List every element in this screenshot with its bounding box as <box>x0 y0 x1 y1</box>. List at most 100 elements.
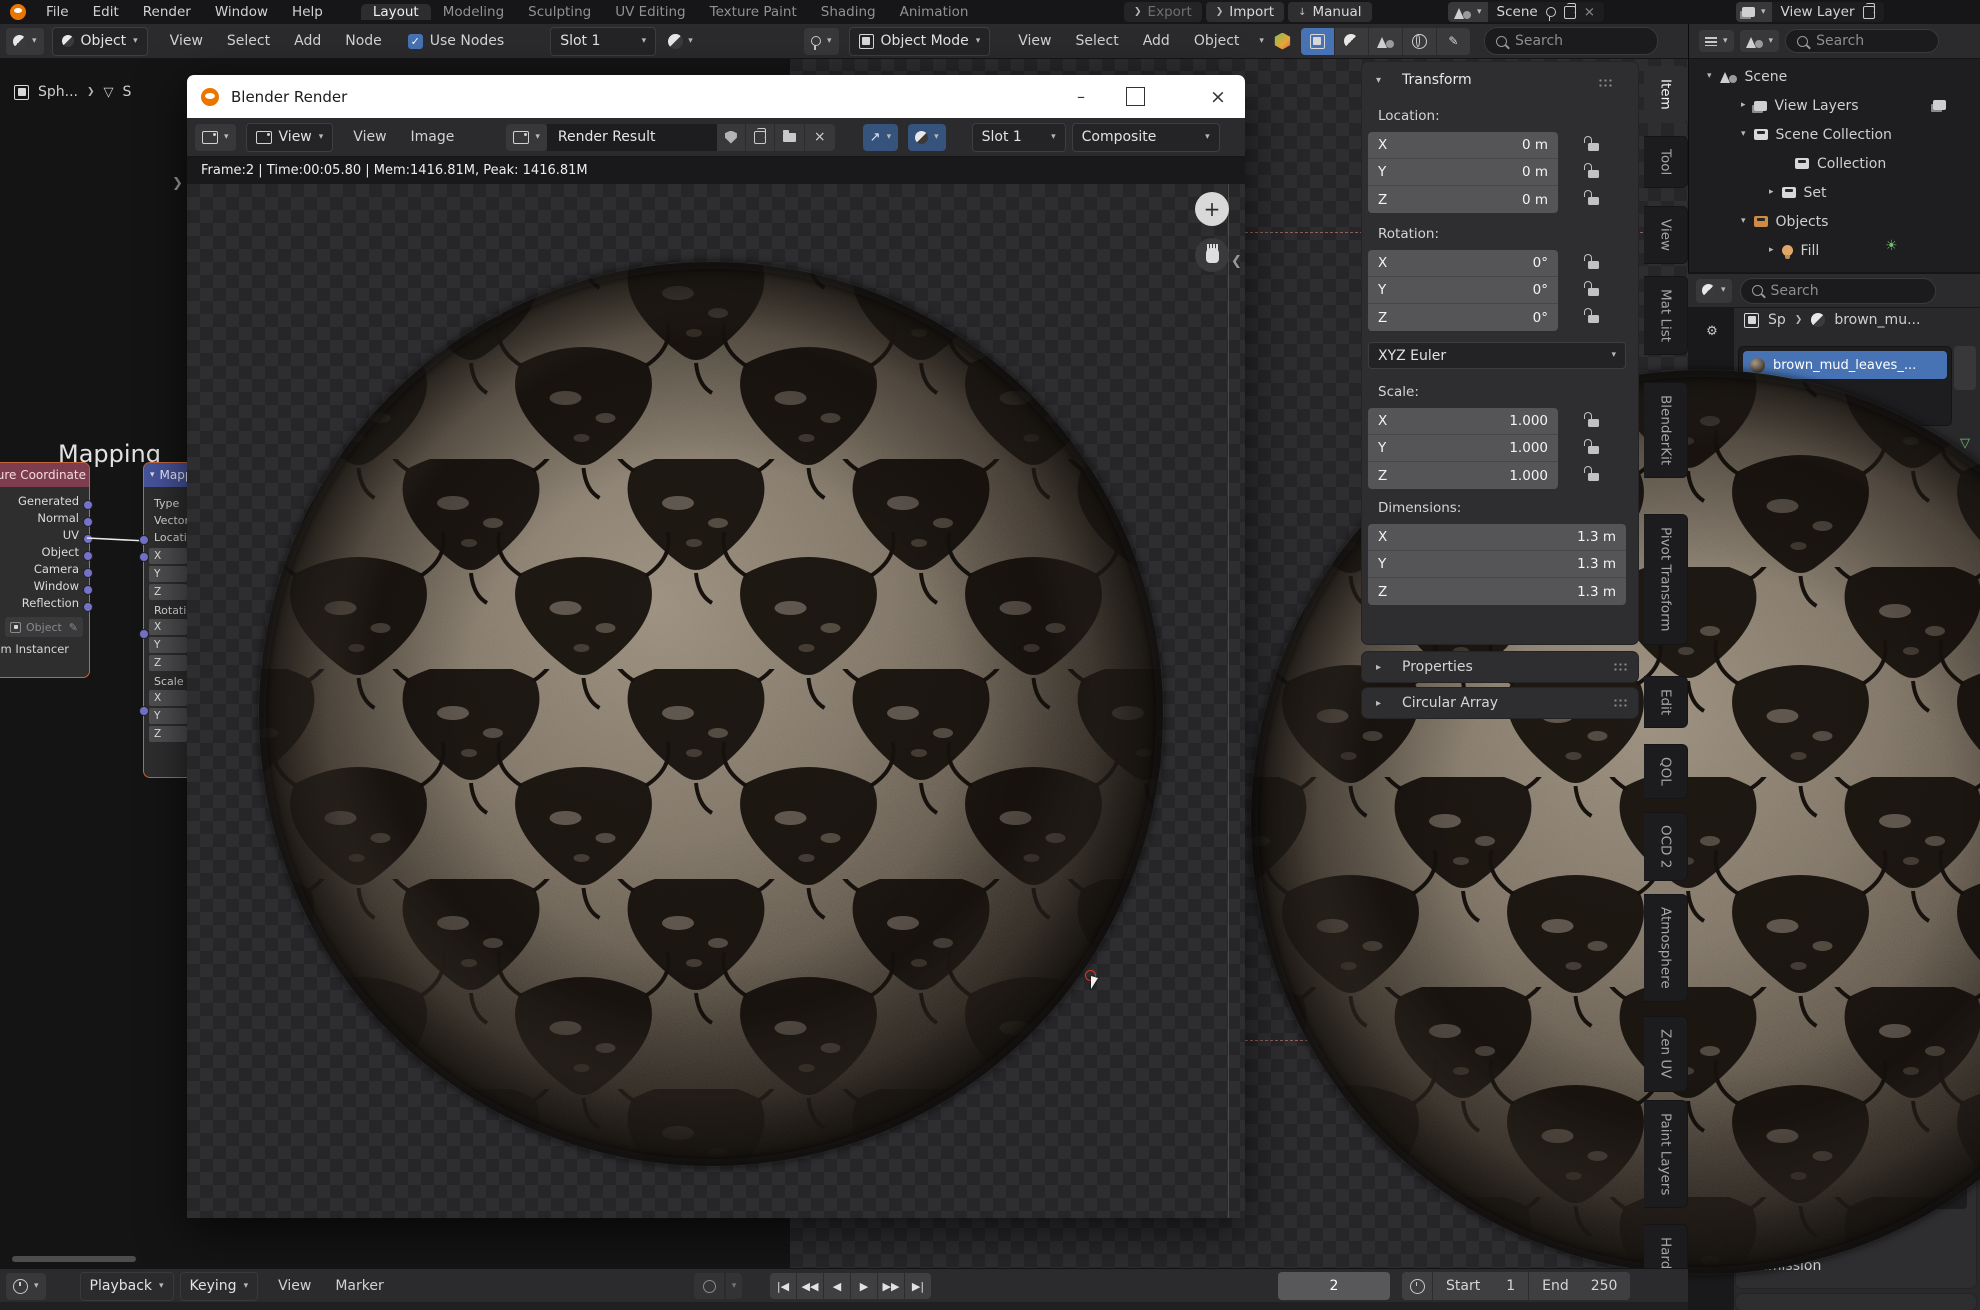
outliner-row-fill[interactable]: ▸Fill <box>1769 236 1819 265</box>
mapping-rot-z[interactable]: Z <box>149 655 187 671</box>
workspace-tab-sculpting[interactable]: Sculpting <box>516 4 603 20</box>
render-slot-dropdown[interactable]: Slot 1▾ <box>972 123 1066 152</box>
sidebar-tab-zen-uv[interactable]: Zen UV <box>1644 1016 1688 1092</box>
from-instancer-label[interactable]: From Instancer <box>0 642 89 658</box>
editor-type-button[interactable]: ▾ <box>804 28 839 55</box>
circular-array-collapsed-panel[interactable]: ▸Circular Array <box>1362 688 1638 718</box>
playback-dropdown[interactable]: Playback▾ <box>80 1272 174 1301</box>
unlink-image-button[interactable]: × <box>804 124 835 151</box>
location-y-input[interactable]: Y0 m <box>1368 159 1558 186</box>
material-shading-toggle[interactable] <box>1335 28 1369 55</box>
mapping-scale-y[interactable]: Y <box>149 708 187 724</box>
properties-collapsed-panel[interactable]: ▸Properties <box>1362 652 1638 682</box>
new-scene-icon[interactable] <box>1564 6 1576 19</box>
render-menu-image[interactable]: Image <box>399 129 467 145</box>
view-layer-name-field[interactable]: View Layer <box>1772 2 1884 22</box>
sidebar-tab-pivot-transform[interactable]: Pivot Transform <box>1644 514 1688 645</box>
scale-x-input[interactable]: X1.000 <box>1368 408 1558 435</box>
repeat-toggle-button[interactable]: ▾ <box>908 124 946 151</box>
horizontal-scrollbar[interactable] <box>12 1256 136 1262</box>
workspace-tab-modeling[interactable]: Modeling <box>431 4 516 20</box>
socket-window[interactable] <box>83 585 93 595</box>
slot-dropdown[interactable]: Slot 1▾ <box>550 27 656 56</box>
export-button[interactable]: ❯Export <box>1124 2 1202 22</box>
start-frame-input[interactable]: Start1 <box>1433 1272 1529 1300</box>
outliner-row-scene-collection[interactable]: ▾Scene Collection <box>1741 120 1892 149</box>
sidebar-tab-ocd-2[interactable]: OCD 2 <box>1644 812 1688 881</box>
play-button[interactable]: ▶ <box>851 1273 878 1299</box>
panel-grip[interactable] <box>1598 78 1613 88</box>
timeline-menu-marker[interactable]: Marker <box>323 1278 395 1294</box>
menu-edit[interactable]: Edit <box>81 4 131 20</box>
shader-menu-node[interactable]: Node <box>333 33 394 49</box>
auto-keyframe-button[interactable] <box>694 1273 724 1299</box>
open-image-button[interactable] <box>774 124 804 151</box>
workspace-tab-texture-paint[interactable]: Texture Paint <box>698 4 809 20</box>
pin-icon[interactable] <box>1546 7 1556 17</box>
properties-editor-type-button[interactable]: ▾ <box>1696 279 1732 303</box>
mode-dropdown[interactable]: Object Mode▾ <box>849 27 991 56</box>
display-mode-button[interactable]: ▾ <box>1699 30 1734 52</box>
use-preview-range-button[interactable] <box>1402 1272 1433 1300</box>
sidebar-tab-paint-layers[interactable]: Paint Layers <box>1644 1100 1688 1208</box>
minimize-button[interactable]: – <box>1058 75 1104 118</box>
render-canvas[interactable]: + ❮ <box>187 184 1245 1218</box>
sidebar-tab-atmosphere[interactable]: Atmosphere <box>1644 894 1688 1002</box>
menu-render[interactable]: Render <box>131 4 203 20</box>
sidebar-tab-view[interactable]: View <box>1644 206 1688 264</box>
timeline-ruler[interactable] <box>0 1302 1688 1310</box>
shader-menu-select[interactable]: Select <box>215 33 282 49</box>
viewport-menu-add[interactable]: Add <box>1131 33 1182 49</box>
node-header[interactable]: ▾ Mapping <box>144 463 187 487</box>
scene-browse-button[interactable]: ▾ <box>1448 2 1488 22</box>
close-icon[interactable]: × <box>1584 4 1595 20</box>
node-header[interactable]: Texture Coordinate <box>0 463 89 487</box>
dimension-y-input[interactable]: Y1.3 m <box>1368 551 1626 578</box>
dimension-x-input[interactable]: X1.3 m <box>1368 524 1626 551</box>
use-nodes-toggle[interactable]: ✓ Use Nodes <box>408 33 504 49</box>
menu-help[interactable]: Help <box>280 4 335 20</box>
render-pass-dropdown[interactable]: Composite▾ <box>1072 123 1220 152</box>
mapping-rot-x[interactable]: X <box>149 619 187 635</box>
outliner-row-collection[interactable]: Collection <box>1795 149 1886 178</box>
import-button[interactable]: ❯Import <box>1206 2 1284 22</box>
rotation-mode-dropdown[interactable]: XYZ Euler▾ <box>1368 342 1626 369</box>
socket-reflection[interactable] <box>83 602 93 612</box>
previous-keyframe-button[interactable]: ◀◀ <box>797 1273 824 1299</box>
workspace-tab-layout[interactable]: Layout <box>361 4 431 20</box>
scale-y-input[interactable]: Y1.000 <box>1368 435 1558 462</box>
new-view-layer-icon[interactable] <box>1863 6 1875 19</box>
sun-light-icon[interactable]: ☀ <box>1885 238 1898 254</box>
manual-button[interactable]: ↓Manual <box>1288 2 1371 22</box>
mapping-scale-z[interactable]: Z <box>149 726 187 742</box>
location-x-input[interactable]: X0 m <box>1368 132 1558 159</box>
mapping-loc-y[interactable]: Y <box>149 566 187 582</box>
workspace-tab-animation[interactable]: Animation <box>888 4 981 20</box>
filter-button[interactable]: ▾ <box>1740 30 1780 52</box>
socket-generated[interactable] <box>83 500 93 510</box>
viewport-menu-object[interactable]: Object <box>1182 33 1252 49</box>
shader-type-dropdown[interactable]: Object▾ <box>52 27 148 56</box>
view-layer-browse-button[interactable]: ▾ <box>1736 2 1772 22</box>
mapping-node[interactable]: ▾ Mapping Type Vector Location X Y Z Rot… <box>143 462 187 778</box>
outliner-row-objects[interactable]: ▾Objects <box>1741 207 1828 236</box>
viewport-search-input[interactable]: Search <box>1484 27 1658 55</box>
chevron-down-icon[interactable]: ▾ <box>1259 37 1264 46</box>
jump-to-end-button[interactable]: ▶| <box>905 1273 931 1299</box>
duplicate-image-button[interactable] <box>745 124 774 151</box>
material-preview-sphere-icon[interactable] <box>1274 33 1291 50</box>
socket-rotation-in[interactable] <box>139 629 149 639</box>
editor-type-button[interactable]: ▾ <box>195 124 236 151</box>
outliner-row-scene[interactable]: ▾Scene <box>1707 62 1787 91</box>
location-z-input[interactable]: Z0 m <box>1368 186 1558 213</box>
sidebar-tab-blenderkit[interactable]: BlenderKit <box>1644 382 1688 478</box>
display-mode-dropdown[interactable]: View▾ <box>246 123 334 152</box>
rotation-x-input[interactable]: X0° <box>1368 250 1558 277</box>
close-button[interactable]: × <box>1195 75 1241 118</box>
socket-vector-in[interactable] <box>139 535 149 545</box>
view-layer-icon[interactable] <box>1933 100 1946 110</box>
end-frame-input[interactable]: End250 <box>1529 1272 1630 1300</box>
workspace-tab-uv-editing[interactable]: UV Editing <box>603 4 697 20</box>
jump-to-start-button[interactable]: |◀ <box>770 1273 797 1299</box>
image-name-field[interactable]: Render Result <box>547 124 717 151</box>
